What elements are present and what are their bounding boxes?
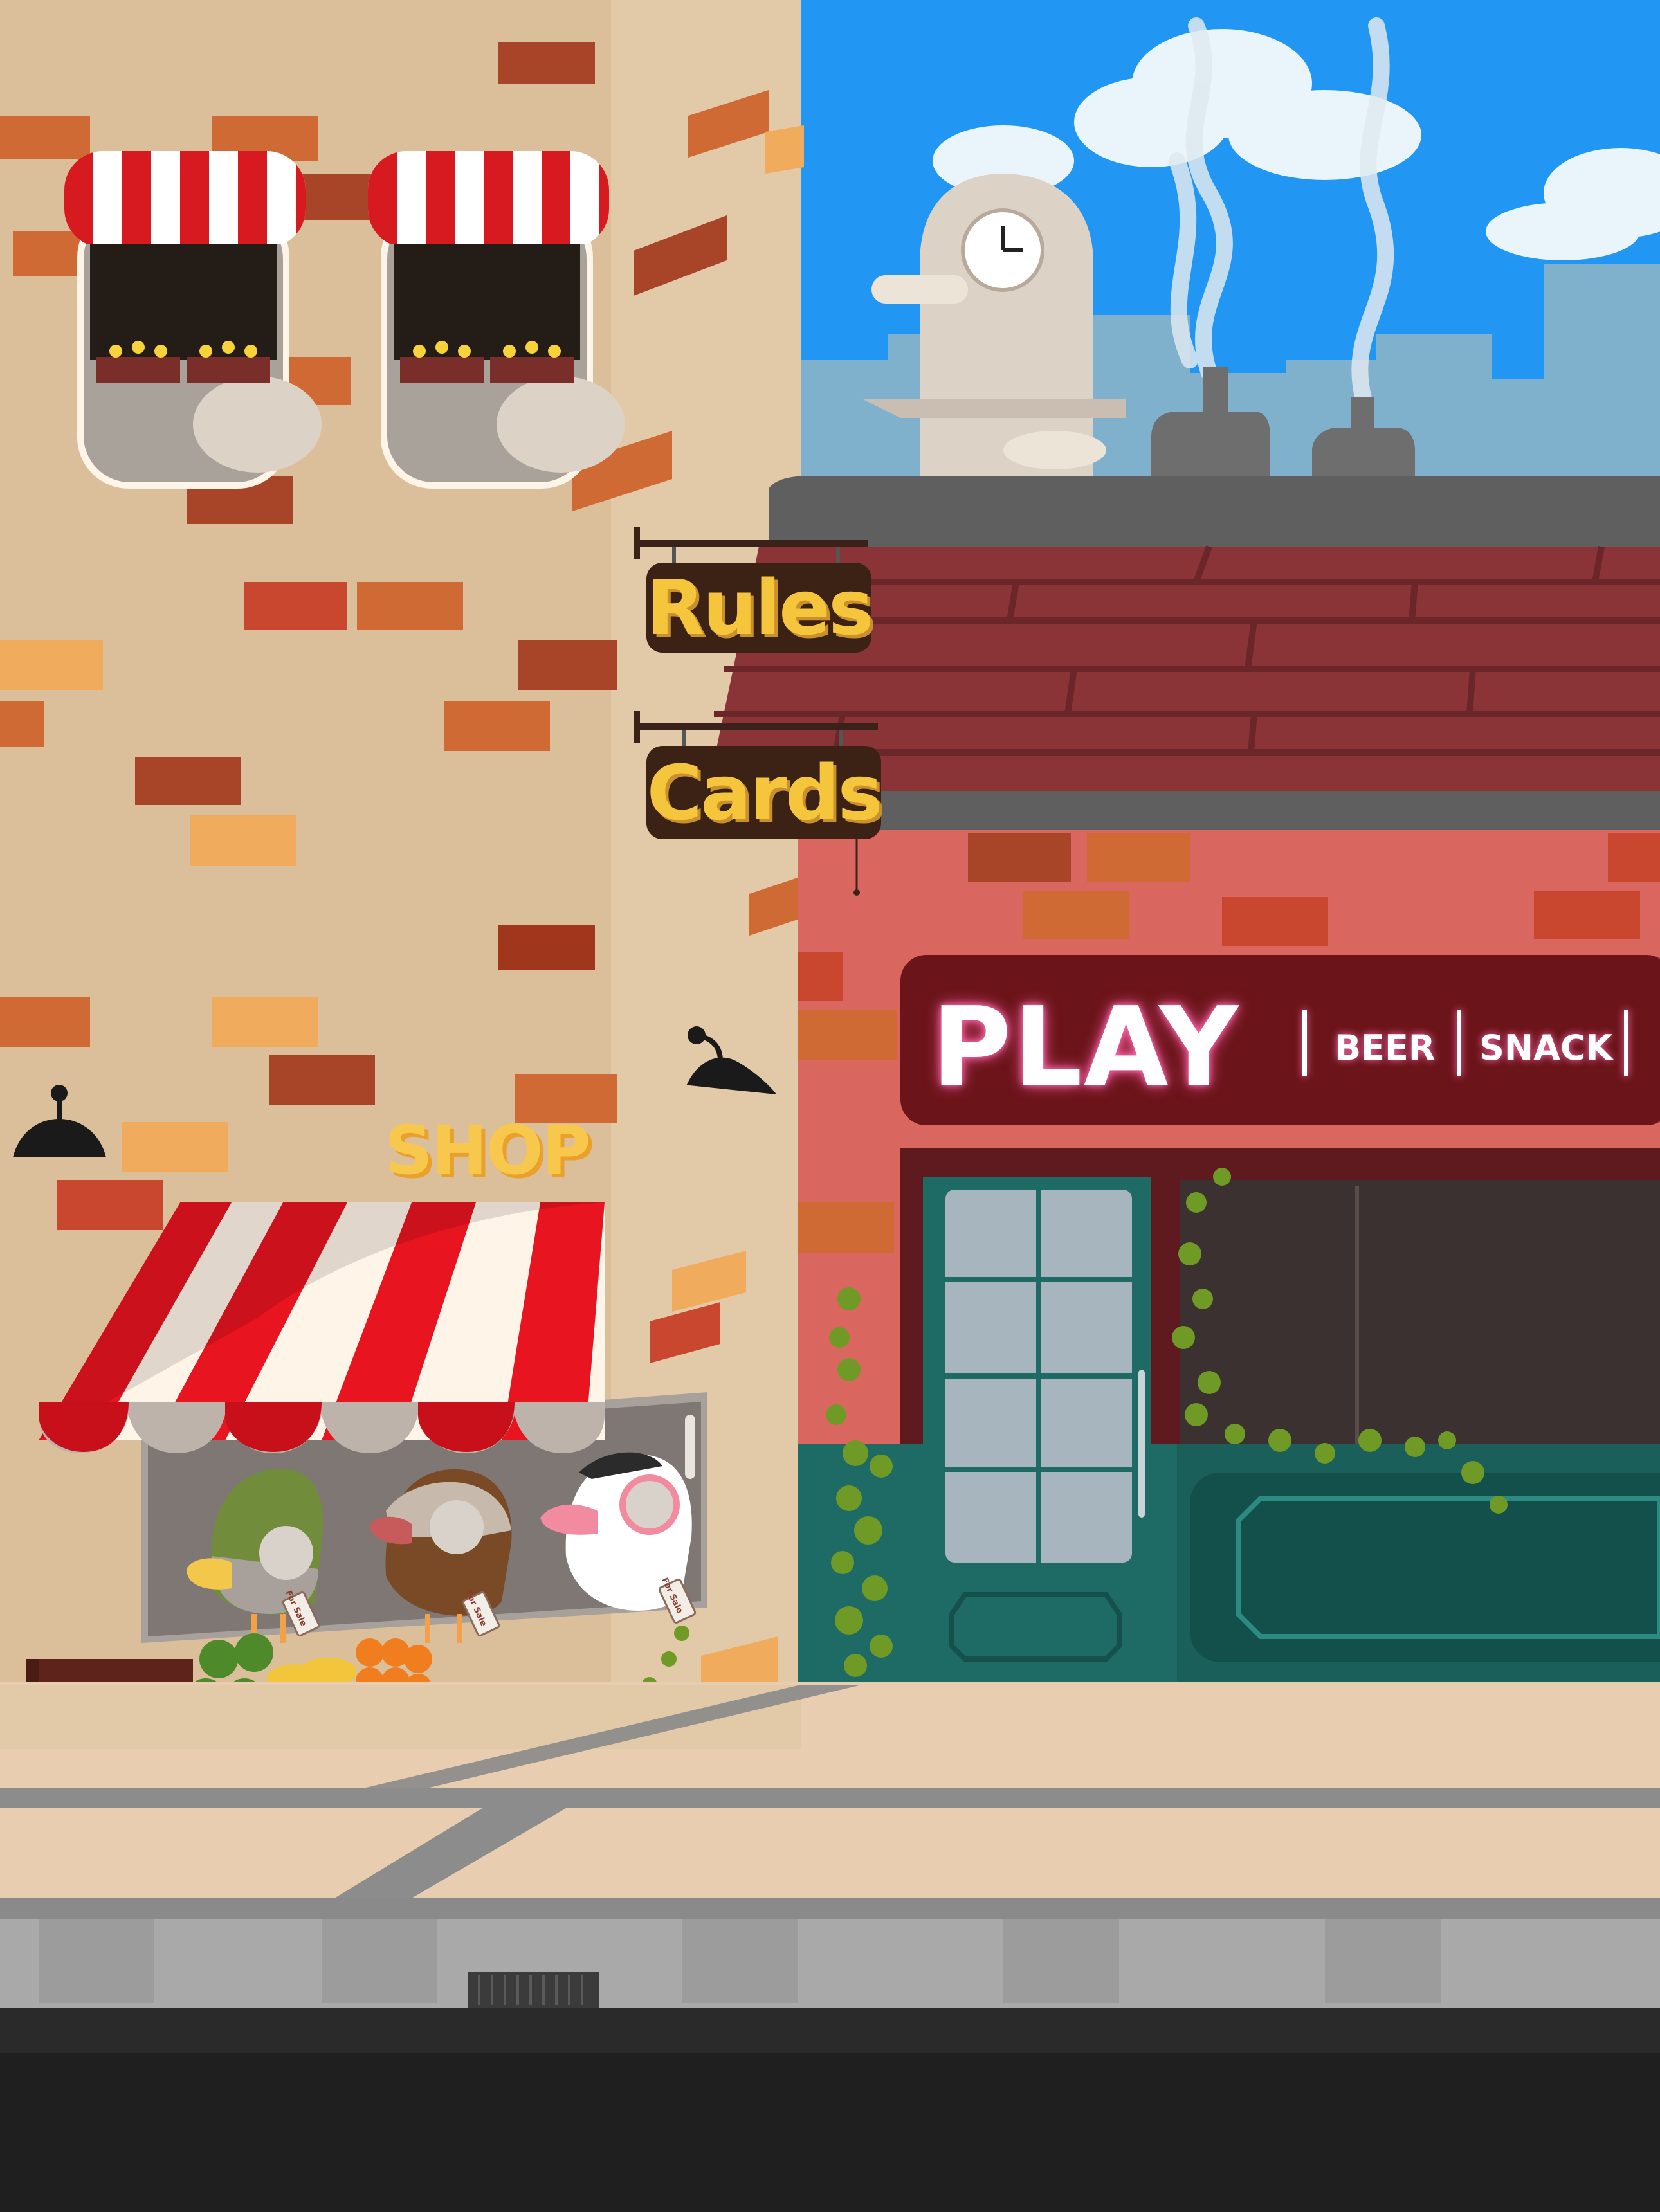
street-scene <box>0 0 1660 2212</box>
rules-sign-label: Rules <box>646 563 874 652</box>
menu-divider <box>1457 1010 1461 1076</box>
play-button[interactable]: PLAY <box>931 984 1239 1111</box>
cards-sign-label: Cards <box>646 748 882 837</box>
sidewalk-front <box>0 1808 1660 1898</box>
window-left <box>64 151 322 489</box>
storm-drain <box>468 1972 599 2008</box>
pub-door[interactable] <box>923 1177 1151 1682</box>
window-right <box>368 151 625 489</box>
snack-label: SNACK <box>1479 1028 1613 1068</box>
rules-sign[interactable]: Rules <box>646 563 874 653</box>
beer-label: BEER <box>1335 1028 1436 1068</box>
menu-divider <box>1624 1010 1628 1076</box>
pub-window <box>1177 1180 1660 1682</box>
shop-button[interactable]: SHOP <box>385 1111 591 1190</box>
cards-sign[interactable]: Cards <box>646 746 882 839</box>
menu-divider <box>1302 1010 1307 1076</box>
